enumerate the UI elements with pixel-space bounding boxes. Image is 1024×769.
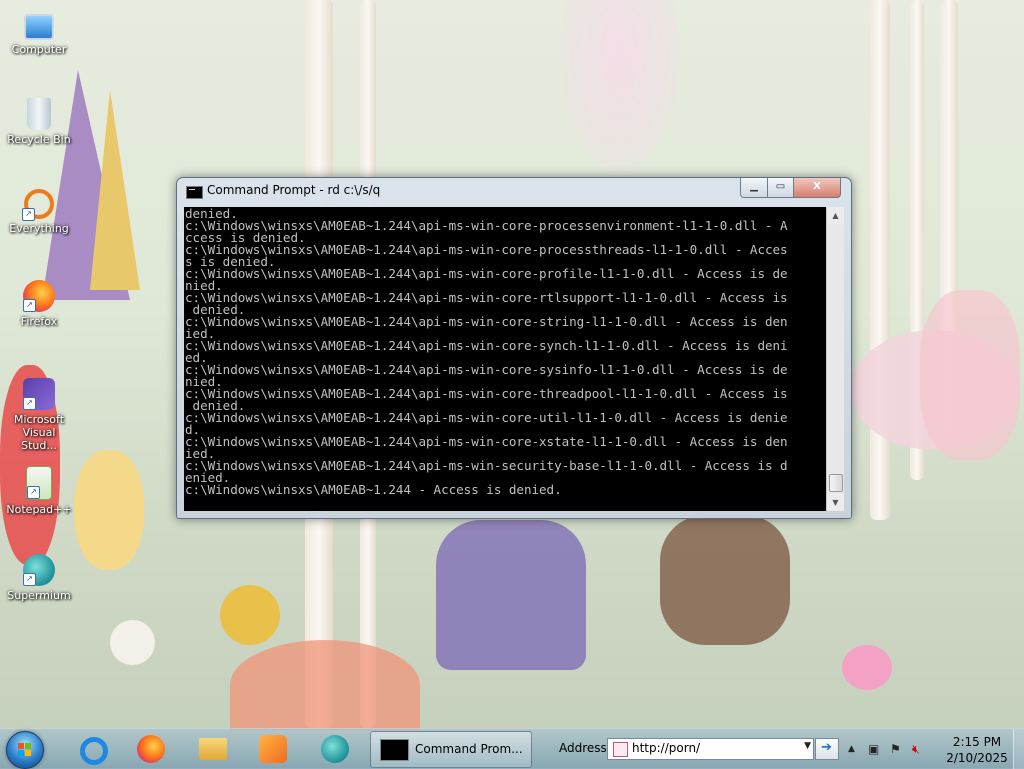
- windows-logo-icon: [18, 743, 32, 757]
- desktop-icon-label: Firefox: [20, 315, 58, 328]
- taskbar-pin-supermium[interactable]: [308, 732, 360, 766]
- go-button[interactable]: ➔: [815, 738, 839, 760]
- system-clock[interactable]: 2:15 PM 2/10/2025: [945, 734, 1009, 766]
- action-center-flag-icon[interactable]: ⚑: [890, 742, 901, 756]
- visual-studio-icon: ↗: [23, 378, 55, 410]
- desktop-icon-recycle-bin[interactable]: Recycle Bin: [4, 98, 74, 146]
- network-icon[interactable]: ▣: [868, 742, 879, 756]
- command-prompt-icon: [380, 739, 409, 761]
- console-line: c:\Windows\winsxs\AM0EAB~1.244\api-ms-wi…: [185, 290, 788, 305]
- chevron-down-icon[interactable]: ▼: [804, 741, 811, 751]
- window-title: Command Prompt - rd c:\/s/q: [207, 183, 381, 197]
- title-bar[interactable]: Command Prompt - rd c:\/s/q ▁ ▭ X: [177, 178, 851, 205]
- clock-date: 2/10/2025: [946, 751, 1008, 765]
- maximize-button[interactable]: ▭: [767, 178, 794, 198]
- command-prompt-icon: [186, 186, 203, 199]
- supermium-icon: ↗: [23, 554, 55, 586]
- close-button[interactable]: X: [793, 178, 841, 198]
- computer-icon: [24, 14, 54, 40]
- desktop-icon-label: Computer: [11, 43, 67, 56]
- console-output: denied. c:\Windows\winsxs\AM0EAB~1.244\ap…: [184, 207, 828, 511]
- taskbar-pin-file-explorer[interactable]: [186, 732, 238, 766]
- show-desktop-button[interactable]: [1013, 729, 1024, 769]
- page-favicon-icon: [613, 742, 628, 757]
- address-toolbar-label: Address: [559, 741, 607, 755]
- console-line: c:\Windows\winsxs\AM0EAB~1.244\api-ms-wi…: [185, 386, 788, 401]
- show-hidden-icons-button[interactable]: ▲: [848, 744, 855, 754]
- taskbar: Command Prom... Address ▼ ➔ ▲ ▣ ⚑ 🔇︎ 2:1…: [0, 728, 1024, 769]
- console-line: c:\Windows\winsxs\AM0EAB~1.244\api-ms-wi…: [185, 242, 788, 257]
- arrow-right-icon: ➔: [821, 740, 832, 755]
- console-area[interactable]: denied. c:\Windows\winsxs\AM0EAB~1.244\ap…: [184, 207, 844, 511]
- address-bar[interactable]: ▼: [607, 738, 814, 760]
- notepad-plus-plus-icon: ↗: [26, 466, 52, 500]
- vertical-scrollbar[interactable]: ▲ ▼: [826, 207, 844, 511]
- media-player-icon: [259, 735, 287, 763]
- console-line: c:\Windows\winsxs\AM0EAB~1.244 - Access …: [185, 482, 562, 497]
- recycle-bin-icon: [27, 98, 51, 130]
- scroll-down-arrow-icon[interactable]: ▼: [827, 494, 844, 511]
- console-line: c:\Windows\winsxs\AM0EAB~1.244\api-ms-wi…: [185, 314, 788, 329]
- address-input[interactable]: [632, 740, 792, 756]
- console-line: c:\Windows\winsxs\AM0EAB~1.244\api-ms-wi…: [185, 338, 788, 353]
- command-prompt-window[interactable]: Command Prompt - rd c:\/s/q ▁ ▭ X denied…: [176, 177, 852, 519]
- firefox-icon: ↗: [23, 280, 55, 312]
- taskbar-pin-firefox[interactable]: [124, 732, 176, 766]
- minimize-button[interactable]: ▁: [740, 178, 768, 198]
- desktop-icon-notepad-plus-plus[interactable]: ↗ Notepad++: [4, 466, 74, 516]
- console-line: c:\Windows\winsxs\AM0EAB~1.244\api-ms-wi…: [185, 458, 788, 473]
- console-line: c:\Windows\winsxs\AM0EAB~1.244\api-ms-wi…: [185, 434, 788, 449]
- supermium-icon: [321, 735, 349, 763]
- desktop-icon-label: Microsoft Visual Stud...: [13, 413, 65, 452]
- volume-muted-icon[interactable]: 🔇︎: [912, 742, 920, 757]
- desktop-icon-label: Recycle Bin: [7, 133, 71, 146]
- desktop-icon-firefox[interactable]: ↗ Firefox: [4, 280, 74, 328]
- desktop-icon-everything[interactable]: ↗ Everything: [4, 189, 74, 235]
- scrollbar-thumb[interactable]: [829, 474, 843, 492]
- taskbar-pin-internet-explorer[interactable]: [64, 732, 116, 766]
- taskbar-pin-media-player[interactable]: [246, 732, 298, 766]
- firefox-icon: [137, 735, 165, 763]
- desktop-icon-visual-studio[interactable]: ↗ Microsoft Visual Stud...: [4, 378, 74, 452]
- scroll-up-arrow-icon[interactable]: ▲: [827, 207, 844, 224]
- internet-explorer-icon: [80, 737, 108, 765]
- desktop-icon-label: Supermium: [7, 589, 71, 602]
- start-button[interactable]: [6, 731, 44, 769]
- desktop-icon-supermium[interactable]: ↗ Supermium: [4, 554, 74, 602]
- taskbar-button-command-prompt[interactable]: Command Prom...: [370, 731, 532, 768]
- desktop-icon-label: Notepad++: [6, 503, 72, 516]
- file-explorer-icon: [199, 738, 227, 760]
- clock-time: 2:15 PM: [952, 735, 1002, 749]
- taskbar-button-label: Command Prom...: [415, 742, 523, 756]
- console-line: c:\Windows\winsxs\AM0EAB~1.244\api-ms-wi…: [185, 266, 788, 281]
- desktop-icon-computer[interactable]: Computer: [4, 10, 74, 56]
- console-line: c:\Windows\winsxs\AM0EAB~1.244\api-ms-wi…: [185, 362, 788, 377]
- everything-icon: ↗: [22, 189, 54, 221]
- desktop-icon-label: Everything: [9, 222, 69, 235]
- console-line: c:\Windows\winsxs\AM0EAB~1.244\api-ms-wi…: [185, 410, 788, 425]
